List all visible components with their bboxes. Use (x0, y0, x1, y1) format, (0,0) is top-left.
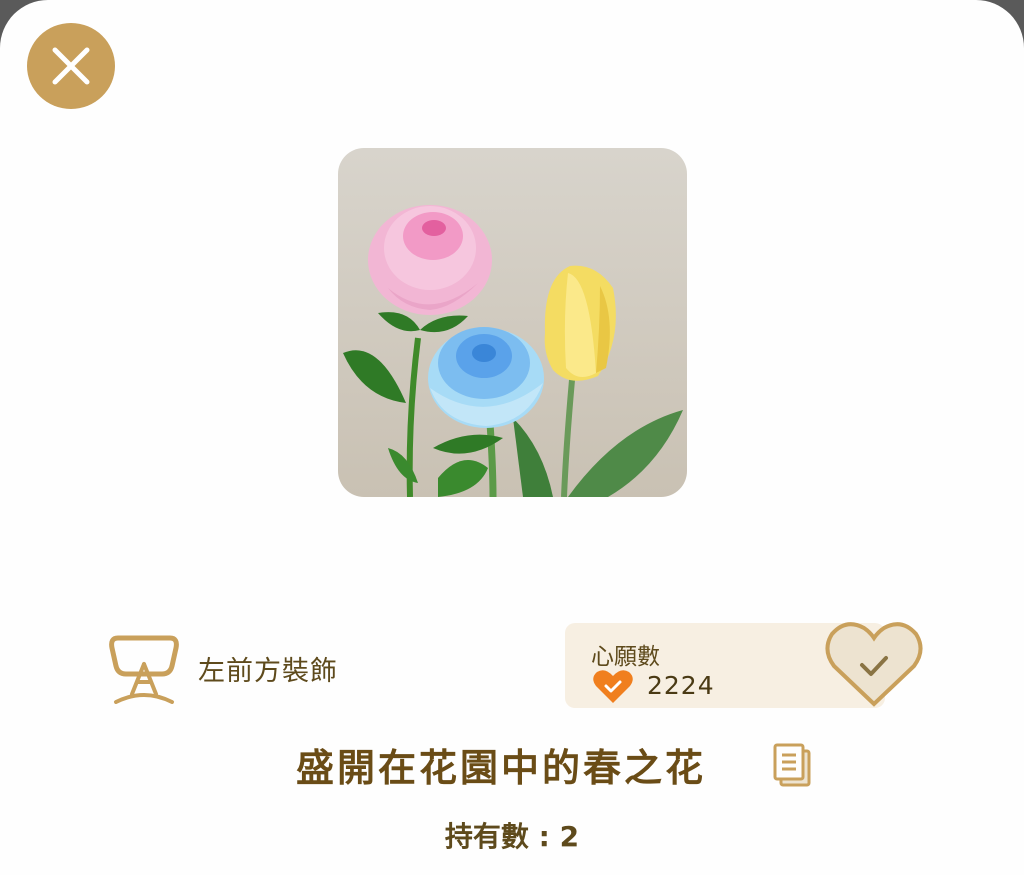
category-row: 左前方裝飾 (108, 630, 338, 706)
wish-count-title: 心願數 (591, 644, 660, 670)
wish-count-value: 2224 (647, 671, 715, 700)
item-name: 盛開在花園中的春之花 (296, 746, 707, 790)
wish-heart-button[interactable] (824, 620, 924, 710)
close-button[interactable] (27, 23, 115, 109)
flower-bouquet-illustration (343, 205, 683, 497)
category-label: 左前方裝飾 (198, 655, 338, 687)
close-icon (52, 47, 90, 85)
copy-icon[interactable] (772, 742, 812, 788)
owned-count: 持有數 : 2 (444, 820, 580, 853)
item-image (338, 148, 687, 497)
item-detail-sheet: 左前方裝飾 心願數 2224 盛開在花園中的春之花 持有數 : 2 (0, 0, 1024, 875)
heart-check-icon (593, 670, 633, 703)
mannequin-icon (109, 635, 179, 704)
